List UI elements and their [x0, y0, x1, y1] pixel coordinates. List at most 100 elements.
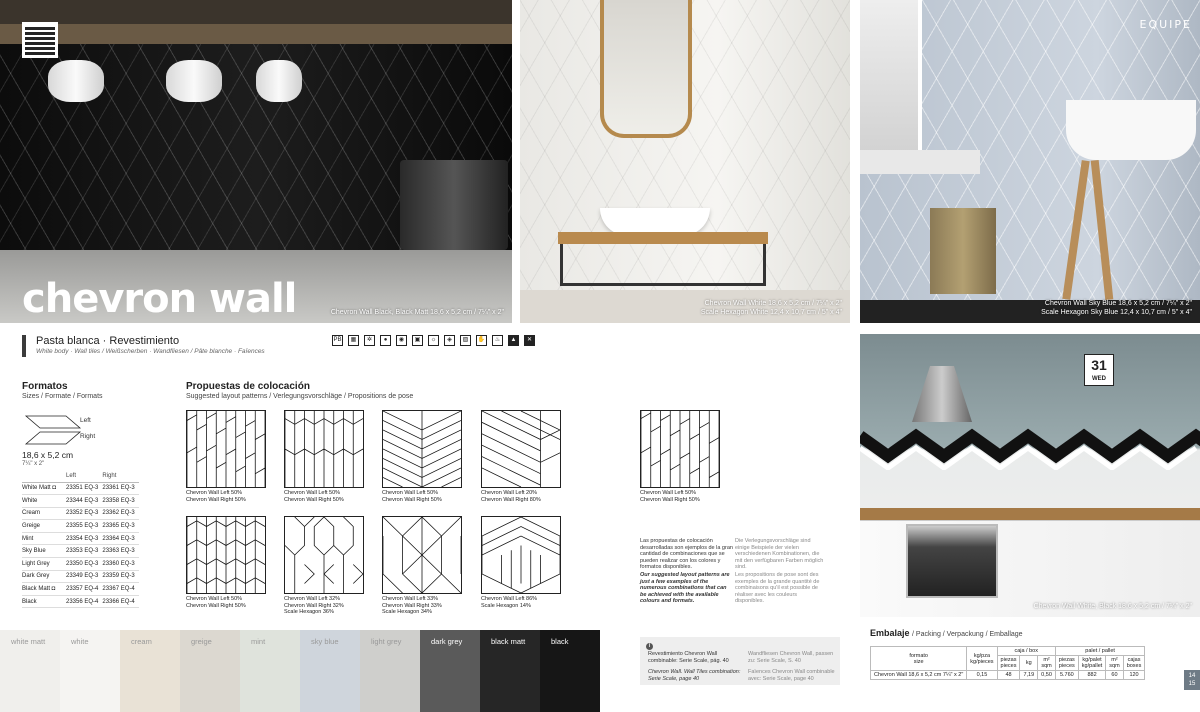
color-swatch: mint	[240, 630, 300, 712]
tech-icon: ◉	[396, 335, 407, 346]
swatch-label: light grey	[371, 637, 402, 646]
pendant-lamp	[912, 366, 972, 422]
swatch-label: black	[551, 637, 569, 646]
swatch-label: sky blue	[311, 637, 339, 646]
wood-shelf	[0, 24, 512, 44]
oven	[906, 524, 998, 598]
note-de: Die Verlegungsvorschläge sind einige Bei…	[735, 538, 824, 571]
table-row: Black 23356 EQ-4 23366 EQ-4	[22, 595, 139, 609]
tech-icon: ✋	[476, 335, 487, 346]
tech-icon: ▣	[412, 335, 423, 346]
layout-caption-line: Chevron Wall Left 50%	[640, 490, 697, 496]
info-fr: Faïences Chevron Wall combinable avec: S…	[748, 669, 835, 682]
qr-code-icon[interactable]	[22, 22, 58, 58]
technical-icons: PB ▦ ✲ ● ◉ ▣ ☼ ◈ ▨ ✋ ♨ ▲ ✕	[332, 335, 535, 357]
photo-caption: Chevron Wall White, Black 18,6 x 5,2 cm …	[1033, 603, 1192, 610]
tech-icon: ▨	[460, 335, 471, 346]
window	[860, 0, 922, 170]
cell-left: 23357 EQ-4	[66, 582, 103, 596]
layout-caption-line: Scale Hexagon 14%	[481, 602, 531, 609]
swatch-label: dark grey	[431, 637, 463, 646]
cell-right: 23359 EQ-3	[102, 570, 139, 584]
cell-name: Greige	[22, 519, 66, 533]
metal-frame	[560, 244, 766, 286]
layout-caption: Chevron Wall Left 32% Chevron Wall Right …	[284, 596, 344, 616]
col-color	[22, 472, 66, 483]
cell-right: 23363 EQ-3	[102, 544, 139, 559]
combination-info-box: i Revestimiento Chevron Wall combinable:…	[640, 637, 840, 685]
layout-pattern	[186, 410, 266, 488]
table-row: White Matt ◘ 23351 EQ-3 23361 EQ-3	[22, 482, 139, 496]
coffee-machine	[400, 160, 508, 250]
right-label: Right	[80, 433, 96, 440]
cell-right: 23367 EQ-4	[102, 582, 139, 596]
cell-name: Dark Grey	[22, 570, 66, 584]
page-number: 14 15	[1184, 670, 1200, 690]
cell-name: Sky Blue	[22, 544, 66, 559]
cell-right: 23365 EQ-3	[102, 519, 139, 533]
color-swatch: white	[60, 630, 120, 712]
header-bar	[22, 335, 26, 357]
table-row: Sky Blue 23353 EQ-3 23363 EQ-3	[22, 544, 139, 559]
photo-caption: Chevron Wall Black, Black Matt 18,6 x 5,…	[330, 309, 504, 316]
layout-pattern	[284, 410, 364, 488]
tile-shape-icon	[24, 415, 82, 445]
layout-caption-line: Chevron Wall Right 50%	[382, 496, 442, 503]
layout-pattern-drawing	[285, 517, 363, 593]
cell-name: Light Grey	[22, 557, 66, 571]
sink-leg	[1090, 159, 1114, 301]
color-swatch: sky blue	[300, 630, 360, 712]
layout-caption-line: Chevron Wall Left 33%	[382, 596, 439, 602]
layout-caption: Chevron Wall Left 50% Chevron Wall Right …	[186, 490, 246, 503]
cell-left: 23353 EQ-3	[66, 544, 103, 559]
tech-icon: PB	[332, 335, 343, 346]
sink-leg	[1062, 160, 1090, 300]
layout-pattern-drawing	[285, 411, 363, 487]
cell-left: 23351 EQ-3	[66, 482, 103, 496]
photo-sky-blue-bathroom: EQUIPE Chevron Wall Sky Blue 18,6 x 5,2 …	[860, 0, 1200, 323]
cell-right: 23362 EQ-3	[102, 507, 139, 521]
tech-icon: ☼	[428, 335, 439, 346]
layout-caption-line: Chevron Wall Left 86%	[481, 596, 538, 602]
cell-left: 23355 EQ-3	[66, 519, 103, 533]
layout-caption-line: Chevron Wall Left 50%	[186, 596, 243, 602]
table-row: Dark Grey 23349 EQ-3 23359 EQ-3	[22, 570, 139, 584]
product-type: Pasta blanca · Revestimiento	[36, 335, 180, 347]
tech-icon: ✲	[364, 335, 375, 346]
layouts-subtitle: Suggested layout patterns / Verlegungsvo…	[186, 393, 414, 400]
layout-caption: Chevron Wall Left 50% Chevron Wall Right …	[186, 596, 246, 609]
layout-caption-line: Chevron Wall Left 50%	[186, 490, 243, 496]
layout-caption-line: Scale Hexagon 36%	[284, 609, 334, 615]
table-row: Mint 23354 EQ-3 23364 EQ-3	[22, 532, 139, 546]
cell-name: Mint	[22, 532, 66, 546]
layouts-title: Propuestas de colocación	[186, 381, 310, 392]
mirror	[600, 0, 692, 138]
left-label: Left	[80, 417, 91, 424]
cell-name: White	[22, 494, 66, 508]
layout-pattern	[481, 410, 561, 488]
basket	[930, 208, 996, 294]
layout-caption-line: Chevron Wall Left 32%	[284, 596, 341, 602]
cell-left: 23349 EQ-3	[66, 570, 103, 584]
collection-title: chevron wall	[22, 276, 297, 322]
hanging-cup	[48, 60, 104, 102]
layout-caption: Chevron Wall Left 86% Scale Hexagon 14%	[481, 596, 537, 609]
format-size: 18,6 x 5,2 cm	[22, 450, 74, 460]
photo-black-kitchen: chevron wall Chevron Wall Black, Black M…	[0, 0, 512, 323]
layout-caption: Chevron Wall Left 50% Chevron Wall Right …	[382, 490, 442, 503]
layout-caption: Chevron Wall Left 50% Chevron Wall Right …	[284, 490, 344, 503]
format-size-inches: 7¼" x 2"	[22, 461, 45, 467]
layout-caption-line: Chevron Wall Right 80%	[481, 496, 541, 503]
cell-left: 23356 EQ-4	[66, 595, 103, 609]
info-icon: i	[646, 643, 653, 650]
layout-pattern	[481, 516, 561, 594]
sink	[1066, 100, 1196, 160]
cell-left: 23354 EQ-3	[66, 532, 103, 546]
color-swatch: black matt	[480, 630, 540, 712]
tech-icon: ●	[380, 335, 391, 346]
layout-caption-line: Chevron Wall Right 50%	[186, 496, 246, 503]
layout-pattern-drawing	[482, 411, 560, 487]
cell-right: 23364 EQ-3	[102, 532, 139, 546]
window-sill	[860, 150, 980, 174]
tech-icon: ▦	[348, 335, 359, 346]
